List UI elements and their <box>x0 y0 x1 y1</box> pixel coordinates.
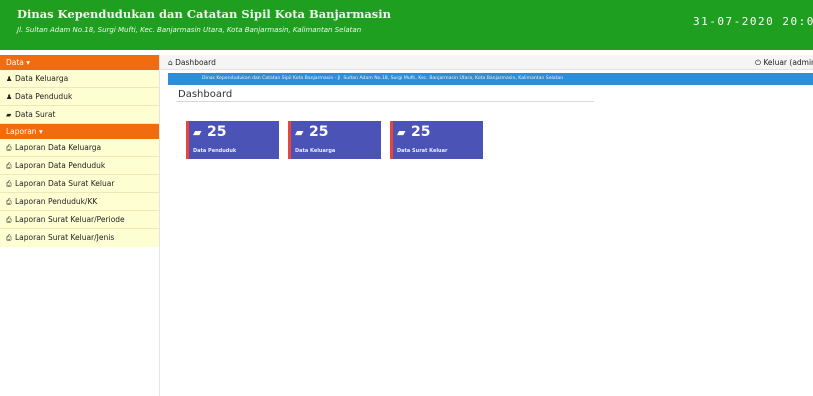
sidebar-item-laporan-surat-keluar-jenis[interactable]: ⎙ Laporan Surat Keluar/Jenis <box>0 229 159 247</box>
book-icon: ▰ <box>295 126 304 139</box>
print-icon: ⎙ <box>6 162 12 170</box>
sidebar-item-label: Data Surat <box>15 110 56 119</box>
card-value: 25 <box>309 124 329 140</box>
home-icon: ⌂ <box>168 58 173 67</box>
sidebar-item-label: Data Keluarga <box>15 74 69 83</box>
card-data-surat-keluar[interactable]: ▰ 25 Data Surat Keluar <box>390 121 483 159</box>
sidebar-item-label: Laporan Penduduk/KK <box>15 197 98 206</box>
card-value: 25 <box>207 124 227 140</box>
sidebar-item-data-keluarga[interactable]: ♟ Data Keluarga <box>0 70 159 88</box>
sidebar-item-label: Laporan Data Keluarga <box>15 143 102 152</box>
print-icon: ⎙ <box>6 234 12 242</box>
info-ribbon: Dinas Kependudukan dan Catatan Sipil Kot… <box>168 73 813 85</box>
card-value: 25 <box>411 124 431 140</box>
breadcrumb[interactable]: ⌂ Dashboard <box>168 55 216 70</box>
breadcrumb-label: Dashboard <box>175 58 216 67</box>
sidebar-item-label: Laporan Surat Keluar/Jenis <box>15 233 115 242</box>
sidebar-item-label: Laporan Data Penduduk <box>15 161 106 170</box>
print-icon: ⎙ <box>6 144 12 152</box>
print-icon: ⎙ <box>6 180 12 188</box>
user-icon: ♟ <box>6 75 13 83</box>
sidebar-item-label: Data Penduduk <box>15 92 73 101</box>
print-icon: ⎙ <box>6 198 12 206</box>
user-icon: ♟ <box>6 93 13 101</box>
sidebar-item-laporan-data-keluarga[interactable]: ⎙ Laporan Data Keluarga <box>0 139 159 157</box>
print-icon: ⎙ <box>6 216 12 224</box>
card-data-keluarga[interactable]: ▰ 25 Data Keluarga <box>288 121 381 159</box>
title-divider <box>176 101 594 102</box>
sidebar-divider <box>159 55 160 396</box>
sidebar-menu-laporan[interactable]: Laporan ▾ <box>0 124 159 139</box>
datetime-display: 31-07-2020 20:02:17 <box>693 15 813 28</box>
sidebar-menu-data[interactable]: Data ▾ <box>0 55 159 70</box>
sidebar-item-laporan-data-penduduk[interactable]: ⎙ Laporan Data Penduduk <box>0 157 159 175</box>
sidebar-item-label: Laporan Surat Keluar/Periode <box>15 215 125 224</box>
page-title: Dashboard <box>178 89 233 100</box>
power-icon: ⏻ <box>755 58 761 67</box>
logout-button[interactable]: ⏻ Keluar (admin <box>755 55 813 70</box>
book-icon: ▰ <box>6 111 12 119</box>
card-label: Data Penduduk <box>193 148 237 154</box>
app-address: Jl. Sultan Adam No.18, Surgi Mufti, Kec.… <box>17 26 362 34</box>
app-header: Dinas Kependudukan dan Catatan Sipil Kot… <box>0 0 813 50</box>
sidebar-item-laporan-surat-keluar-periode[interactable]: ⎙ Laporan Surat Keluar/Periode <box>0 211 159 229</box>
card-data-penduduk[interactable]: ▰ 25 Data Penduduk <box>186 121 279 159</box>
sidebar-item-laporan-data-surat-keluar[interactable]: ⎙ Laporan Data Surat Keluar <box>0 175 159 193</box>
top-navbar: ⌂ Dashboard ⏻ Keluar (admin <box>160 55 813 70</box>
card-label: Data Keluarga <box>295 148 336 154</box>
sidebar-item-data-surat[interactable]: ▰ Data Surat <box>0 106 159 124</box>
logout-label: Keluar (admin <box>763 58 813 67</box>
sidebar: Data ▾ ♟ Data Keluarga ♟ Data Penduduk ▰ Da… <box>0 55 159 396</box>
sidebar-item-laporan-penduduk-kk[interactable]: ⎙ Laporan Penduduk/KK <box>0 193 159 211</box>
card-label: Data Surat Keluar <box>397 148 448 154</box>
sidebar-item-data-penduduk[interactable]: ♟ Data Penduduk <box>0 88 159 106</box>
sidebar-item-label: Laporan Data Surat Keluar <box>15 179 115 188</box>
app-title: Dinas Kependudukan dan Catatan Sipil Kot… <box>17 7 392 21</box>
book-icon: ▰ <box>397 126 406 139</box>
book-icon: ▰ <box>193 126 202 139</box>
